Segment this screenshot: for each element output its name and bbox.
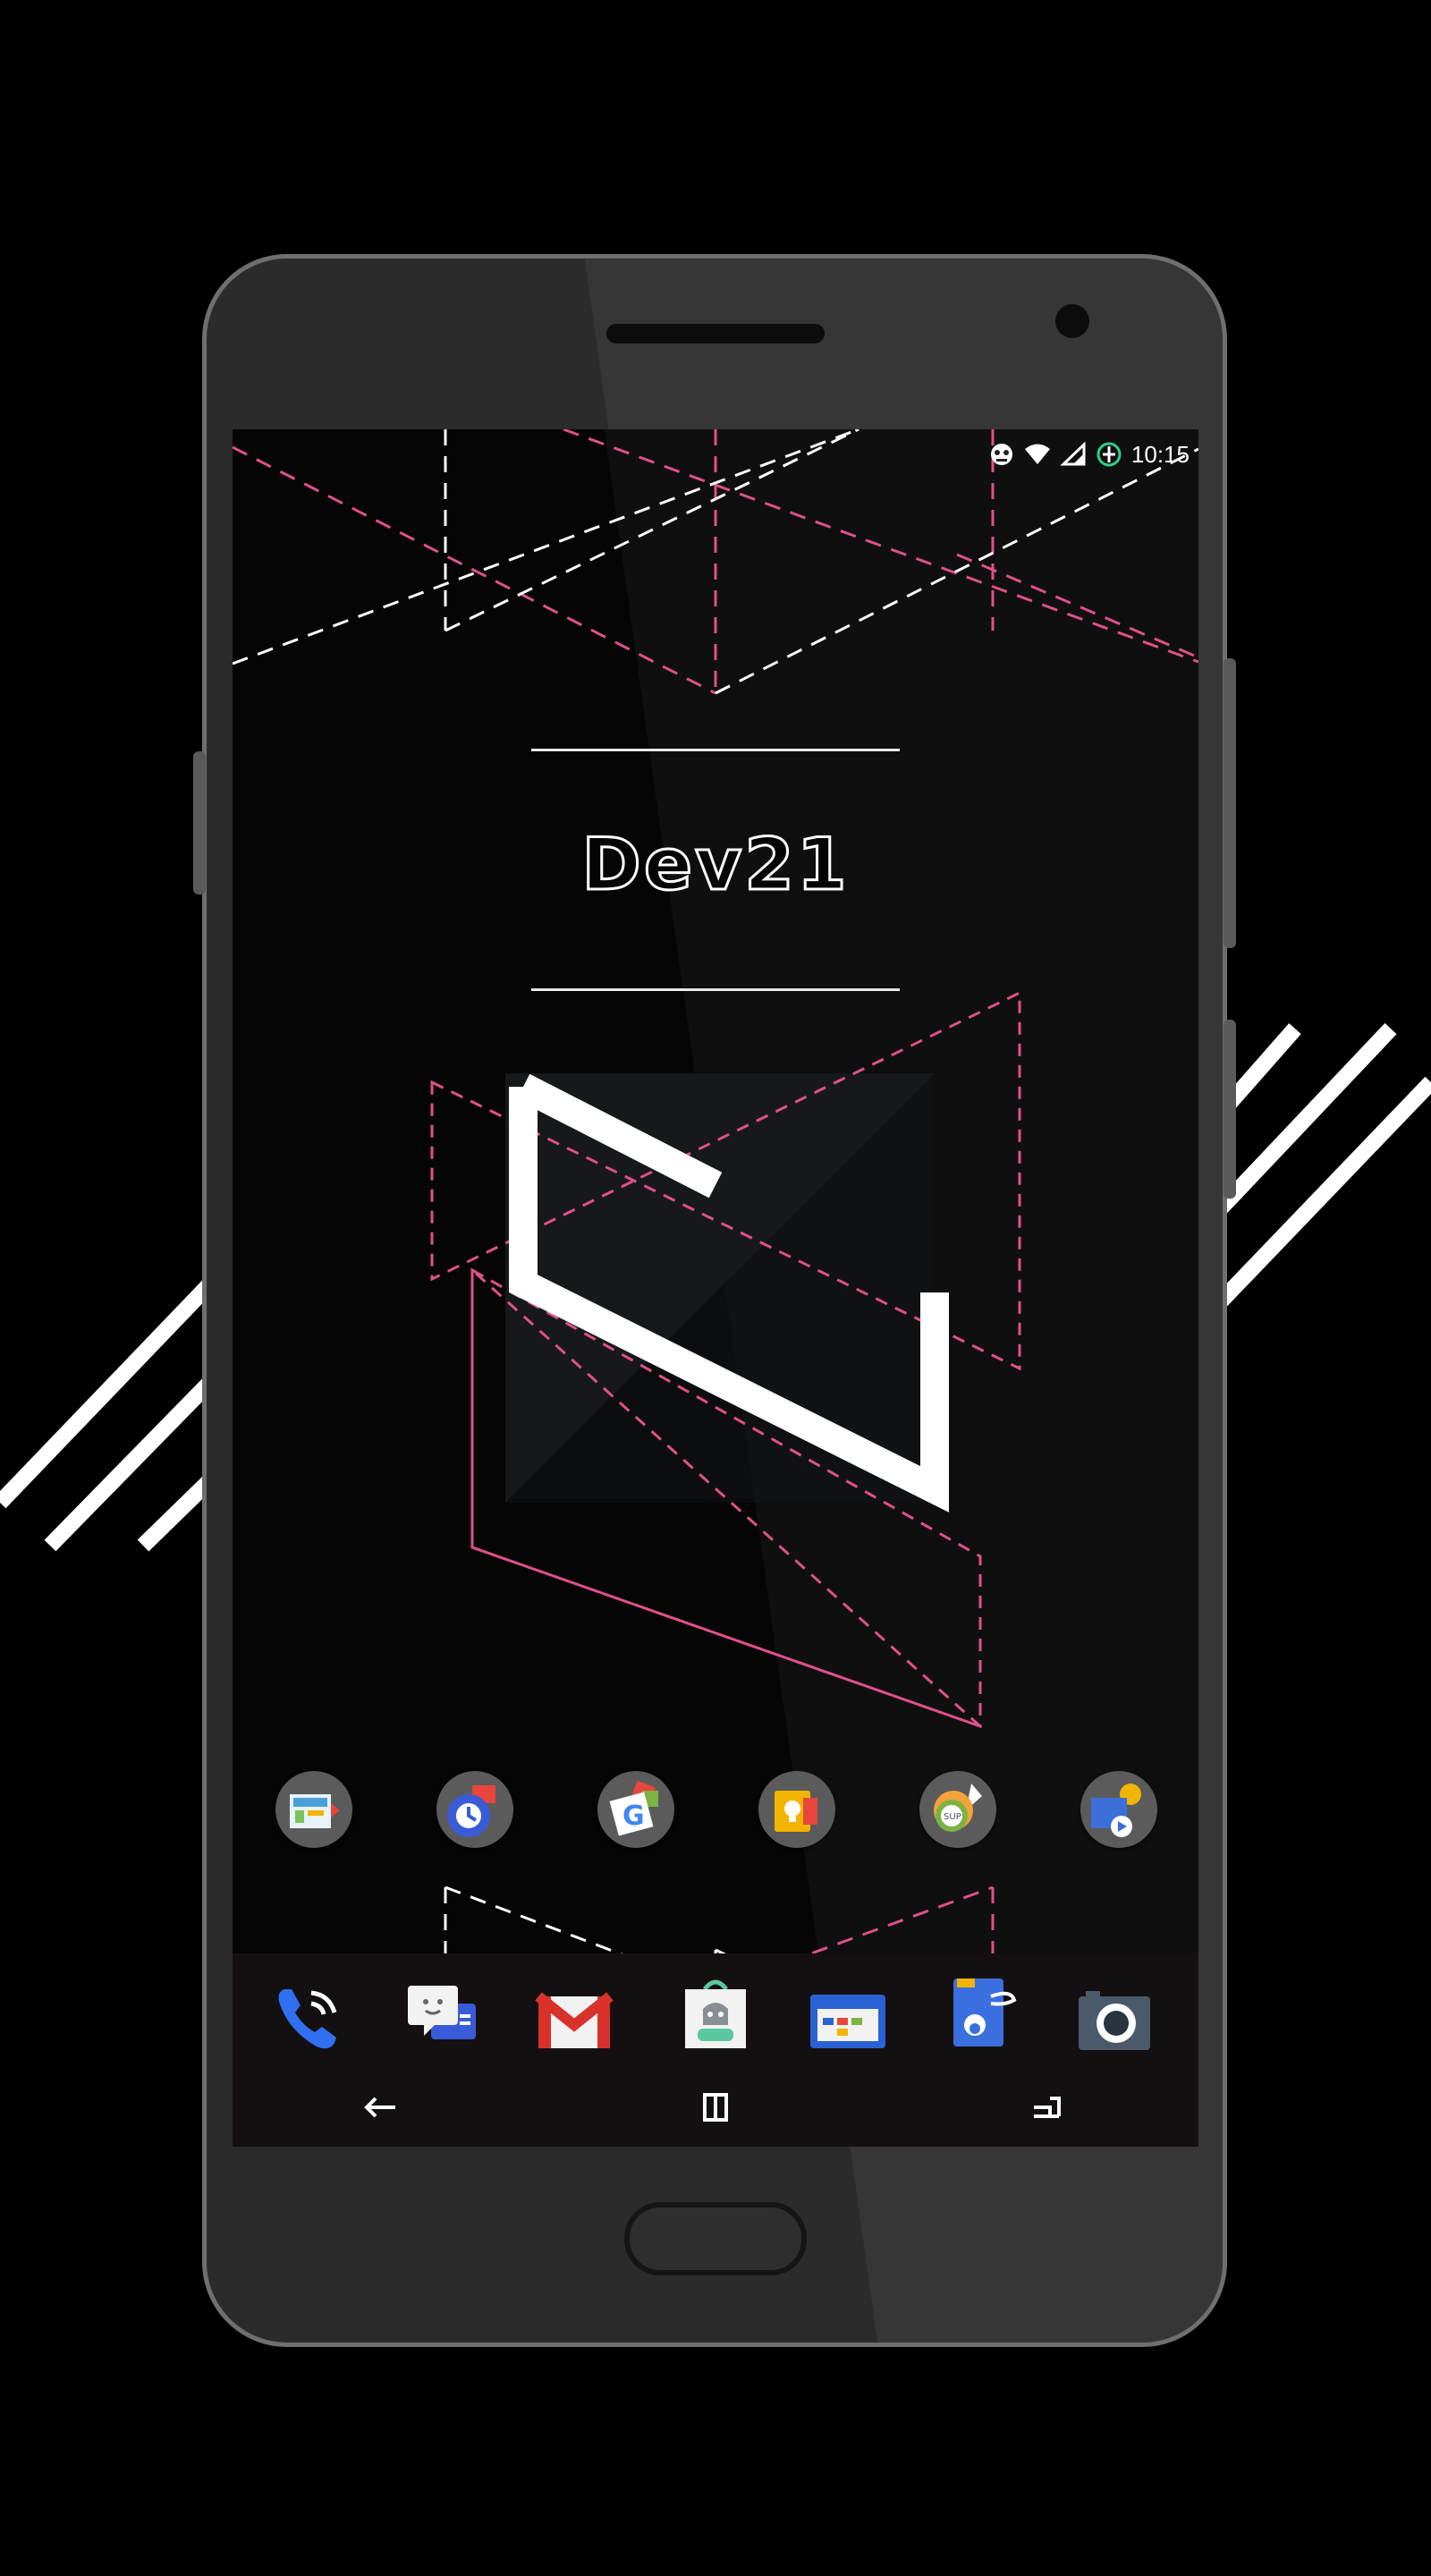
video-player-icon[interactable] xyxy=(1080,1771,1157,1848)
back-button[interactable] xyxy=(360,2089,402,2125)
browser-icon[interactable] xyxy=(805,1979,891,2064)
messages-icon[interactable] xyxy=(399,1973,485,2059)
keep-notes-icon[interactable] xyxy=(758,1771,835,1848)
play-store-icon[interactable] xyxy=(673,1970,758,2055)
hardware-home-button[interactable] xyxy=(624,2202,807,2275)
power-button-upper xyxy=(1224,658,1236,948)
earpiece-speaker xyxy=(606,324,825,343)
phone-screen: 10:15 Dev21 G SUP xyxy=(233,429,1198,2147)
recents-icon xyxy=(1034,2097,1061,2118)
recents-button[interactable] xyxy=(1025,2089,1068,2125)
gmail-icon[interactable] xyxy=(531,1979,617,2064)
sup-messenger-icon[interactable]: SUP xyxy=(919,1771,996,1848)
phone-icon[interactable] xyxy=(267,1975,352,2061)
svg-text:G: G xyxy=(622,1801,645,1832)
scene: 10:15 Dev21 G SUP xyxy=(0,0,1431,2576)
dev21-logo-graphic xyxy=(430,990,1021,1729)
clock-app-icon[interactable] xyxy=(436,1771,513,1848)
camera-icon[interactable] xyxy=(1071,1977,1157,2063)
home-icon xyxy=(703,2093,728,2122)
google-app-icon[interactable]: G xyxy=(597,1771,674,1848)
maps-app-icon[interactable] xyxy=(275,1771,352,1848)
file-manager-icon[interactable] xyxy=(939,1970,1025,2055)
volume-button xyxy=(193,751,206,894)
power-button-lower xyxy=(1224,1020,1236,1199)
home-nav-button[interactable] xyxy=(694,2089,737,2125)
front-camera xyxy=(1055,304,1089,338)
back-icon xyxy=(364,2097,395,2118)
svg-text:SUP: SUP xyxy=(944,1812,961,1822)
